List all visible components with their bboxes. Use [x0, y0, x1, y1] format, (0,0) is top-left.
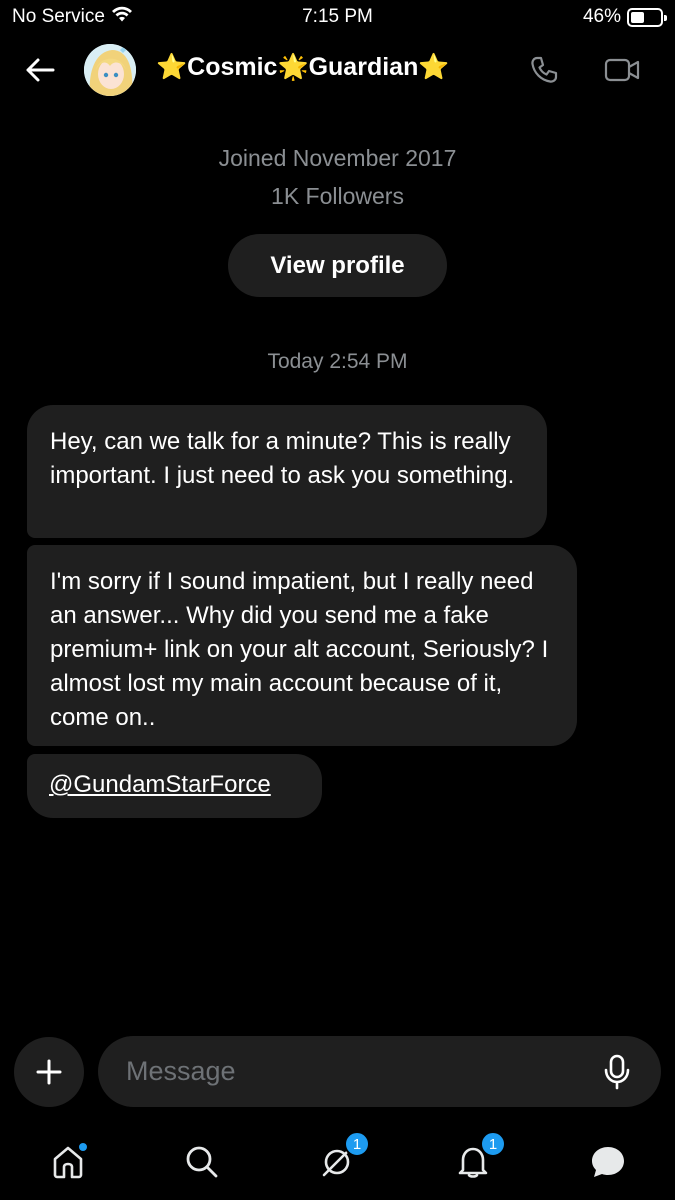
conversation-header: ⭐Cosmic🌟Guardian⭐ [0, 40, 675, 100]
nav-messages[interactable] [583, 1137, 633, 1187]
notification-dot [78, 1142, 88, 1152]
voice-message-button[interactable] [597, 1052, 637, 1092]
notifications-badge: 1 [480, 1131, 506, 1157]
mention-link[interactable]: @GundamStarForce [49, 771, 271, 798]
plus-icon [36, 1059, 62, 1085]
nav-notifications[interactable]: 1 [448, 1131, 506, 1187]
joined-date: Joined November 2017 [218, 145, 457, 171]
star-emoji: ⭐ [156, 53, 188, 81]
nav-home[interactable] [43, 1137, 93, 1187]
name-part-2: Guardian [308, 53, 419, 81]
view-profile-button[interactable]: View profile [228, 234, 447, 297]
back-button[interactable] [20, 50, 60, 90]
back-arrow-icon [26, 58, 55, 82]
message-bubble[interactable]: Hey, can we talk for a minute? This is r… [27, 405, 547, 538]
microphone-icon [604, 1054, 630, 1090]
battery-status: 46% [582, 6, 667, 28]
nav-grok[interactable]: 1 [312, 1131, 370, 1187]
call-button[interactable] [526, 52, 562, 88]
nav-search[interactable] [177, 1137, 227, 1187]
conversation-title[interactable]: ⭐Cosmic🌟Guardian⭐ [156, 53, 449, 82]
message-input[interactable] [126, 1036, 596, 1107]
message-bubble[interactable]: I'm sorry if I sound impatient, but I re… [27, 545, 577, 746]
message-timestamp: Today 2:54 PM [267, 350, 408, 373]
grok-badge: 1 [344, 1131, 370, 1157]
bottom-navigation: 1 1 [0, 1125, 675, 1200]
add-attachment-button[interactable] [14, 1037, 84, 1107]
video-call-button[interactable] [602, 52, 642, 88]
battery-percent: 46% [582, 6, 621, 27]
sparkle-star-emoji: 🌟 [277, 53, 309, 81]
status-time: 7:15 PM [302, 6, 373, 27]
search-icon [186, 1146, 218, 1178]
phone-icon [531, 56, 558, 83]
video-camera-icon [604, 58, 640, 82]
messages-icon [592, 1147, 624, 1177]
star-emoji: ⭐ [418, 53, 450, 81]
avatar[interactable] [84, 44, 136, 96]
message-bubble[interactable]: @GundamStarForce [27, 754, 322, 818]
battery-icon [627, 7, 667, 27]
follower-count: 1K Followers [271, 183, 404, 209]
name-part-1: Cosmic [187, 53, 278, 81]
message-composer [98, 1036, 661, 1107]
status-bar: No Service 7:15 PM 46% [0, 0, 675, 36]
